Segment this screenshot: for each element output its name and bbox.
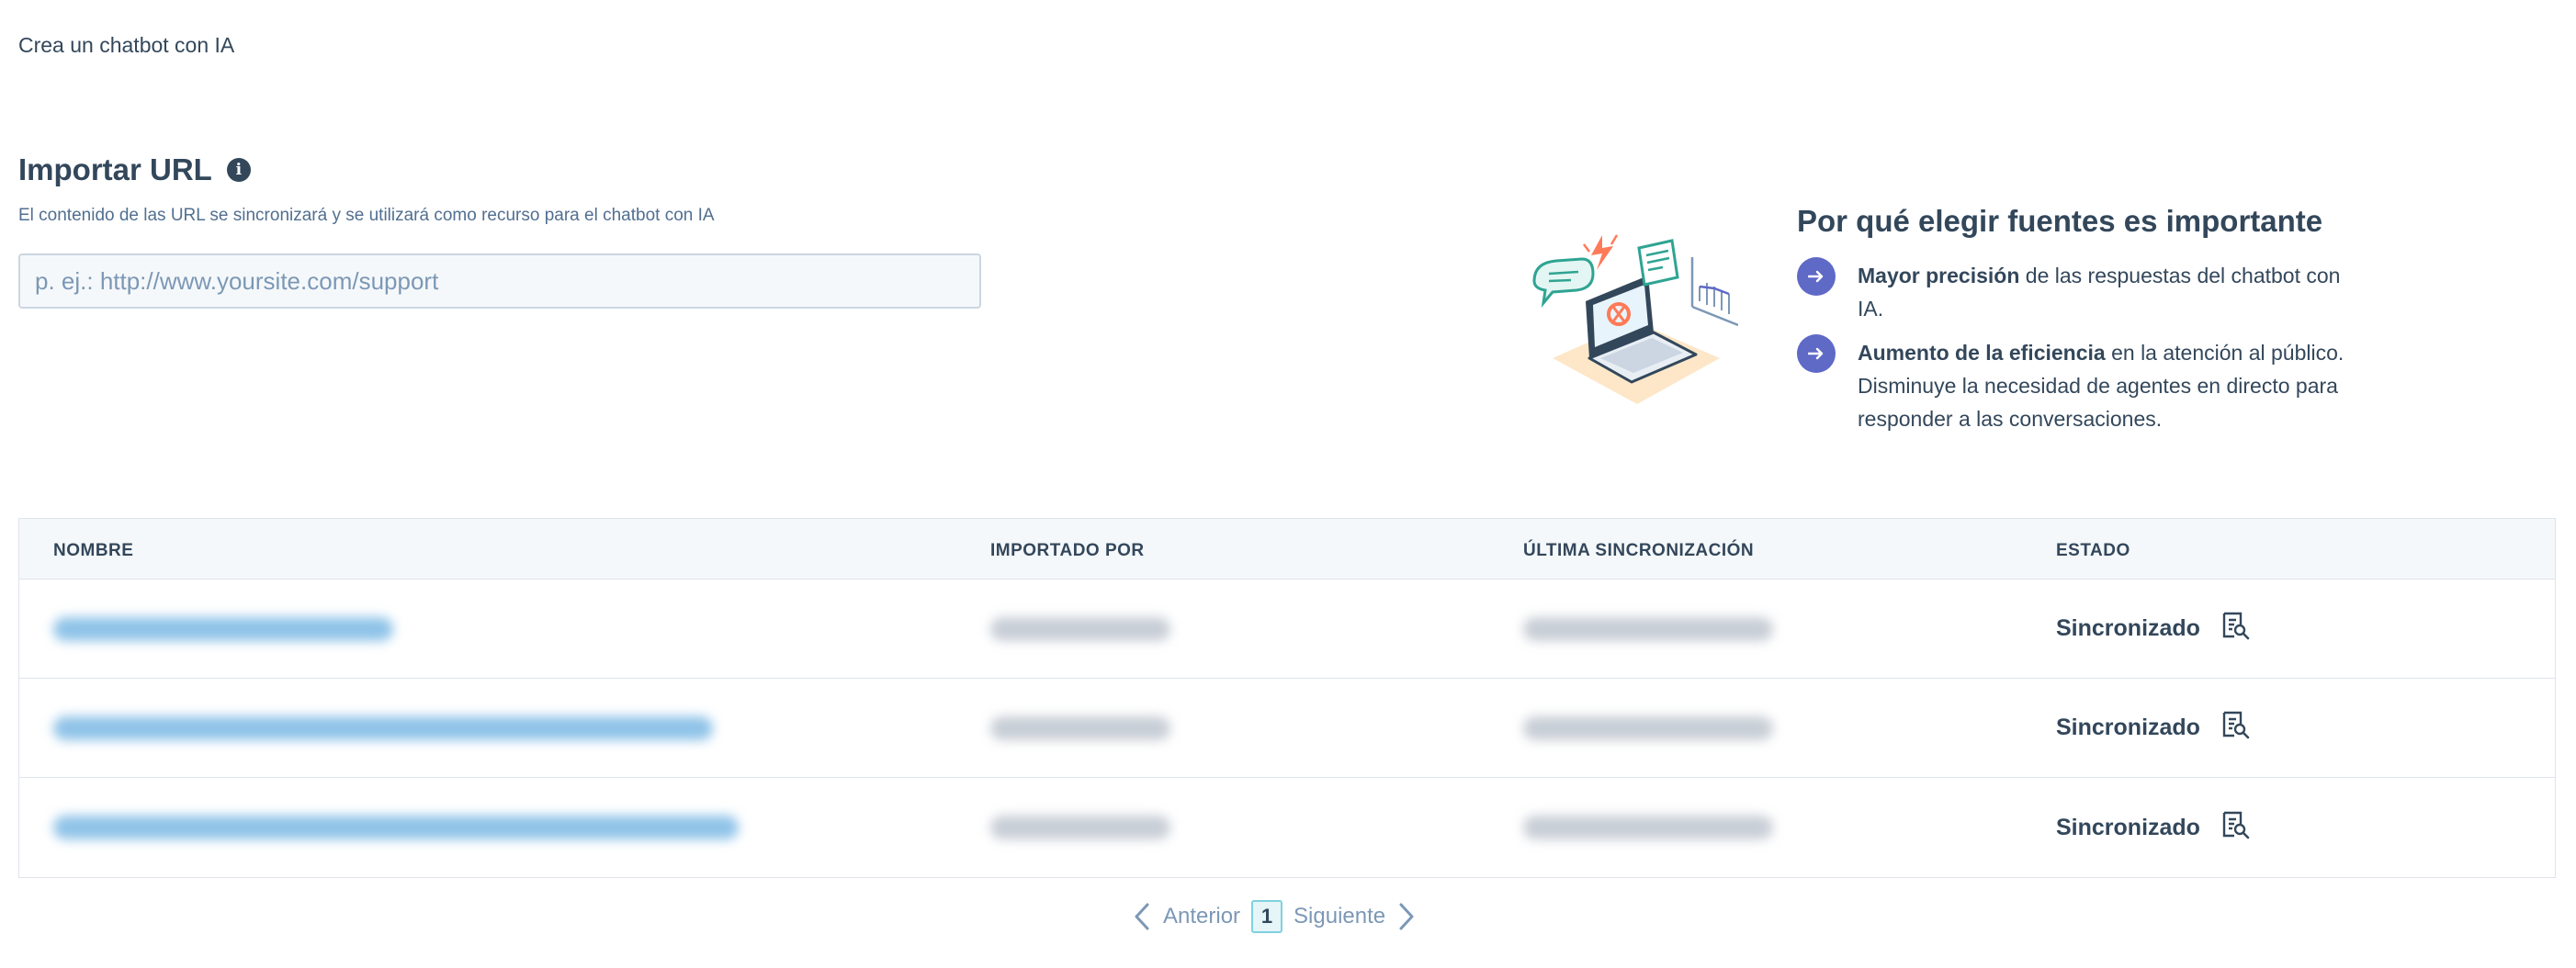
previous-page-button[interactable]: Anterior — [1134, 903, 1240, 930]
info-icon[interactable]: i — [226, 158, 251, 182]
table-row: Sincronizado — [19, 580, 2555, 679]
column-header-ultima-sincronizacion[interactable]: ÚLTIMA SINCRONIZACIÓN — [1523, 541, 1754, 561]
status-cell: Sincronizado — [2056, 580, 2250, 678]
benefit-item: Aumento de la eficiencia en la atención … — [1797, 334, 2348, 435]
benefit-text: Aumento de la eficiencia en la atención … — [1858, 341, 2344, 431]
table-row: Sincronizado — [19, 679, 2555, 778]
page-breadcrumb: Crea un chatbot con IA — [18, 33, 235, 57]
status-cell: Sincronizado — [2056, 778, 2250, 877]
pagination: Anterior 1 Siguiente — [1134, 900, 1415, 933]
arrow-right-icon — [1797, 257, 1836, 296]
table-header: NOMBRE IMPORTADO POR ÚLTIMA SINCRONIZACI… — [19, 519, 2555, 580]
table-row: Sincronizado — [19, 778, 2555, 877]
last-sync-value — [1523, 679, 1773, 777]
why-sources-title: Por qué elegir fuentes es importante — [1797, 204, 2323, 238]
status-label: Sincronizado — [2056, 615, 2200, 641]
imported-by-value — [990, 679, 1170, 777]
chevron-left-icon — [1135, 903, 1149, 930]
source-url-link[interactable] — [53, 778, 739, 877]
import-url-title: Importar URL — [18, 152, 212, 186]
document-search-icon[interactable] — [2220, 611, 2250, 647]
column-header-nombre[interactable]: NOMBRE — [53, 541, 133, 561]
url-input[interactable] — [18, 253, 981, 309]
import-url-description: El contenido de las URL se sincronizará … — [18, 206, 715, 225]
benefit-text: Mayor precisión de las respuestas del ch… — [1858, 264, 2341, 321]
page-number-current[interactable]: 1 — [1251, 900, 1283, 933]
benefit-item: Mayor precisión de las respuestas del ch… — [1797, 257, 2348, 325]
column-header-importado-por[interactable]: IMPORTADO POR — [990, 541, 1145, 561]
next-page-button[interactable]: Siguiente — [1294, 903, 1415, 930]
imported-by-value — [990, 580, 1170, 678]
source-url-link[interactable] — [53, 679, 713, 777]
import-url-heading: Importar URL i — [18, 152, 251, 187]
imported-by-value — [990, 778, 1170, 877]
source-url-link[interactable] — [53, 580, 393, 678]
status-label: Sincronizado — [2056, 814, 2200, 840]
previous-label: Anterior — [1163, 904, 1241, 929]
laptop-chat-illustration — [1525, 230, 1739, 413]
status-label: Sincronizado — [2056, 715, 2200, 740]
chevron-right-icon — [1399, 903, 1414, 930]
last-sync-value — [1523, 580, 1773, 678]
column-header-estado[interactable]: ESTADO — [2056, 541, 2130, 561]
next-label: Siguiente — [1294, 904, 1386, 929]
document-search-icon[interactable] — [2220, 710, 2250, 746]
last-sync-value — [1523, 778, 1773, 877]
sources-table: NOMBRE IMPORTADO POR ÚLTIMA SINCRONIZACI… — [18, 518, 2556, 878]
status-cell: Sincronizado — [2056, 679, 2250, 777]
arrow-right-icon — [1797, 334, 1836, 373]
document-search-icon[interactable] — [2220, 810, 2250, 846]
